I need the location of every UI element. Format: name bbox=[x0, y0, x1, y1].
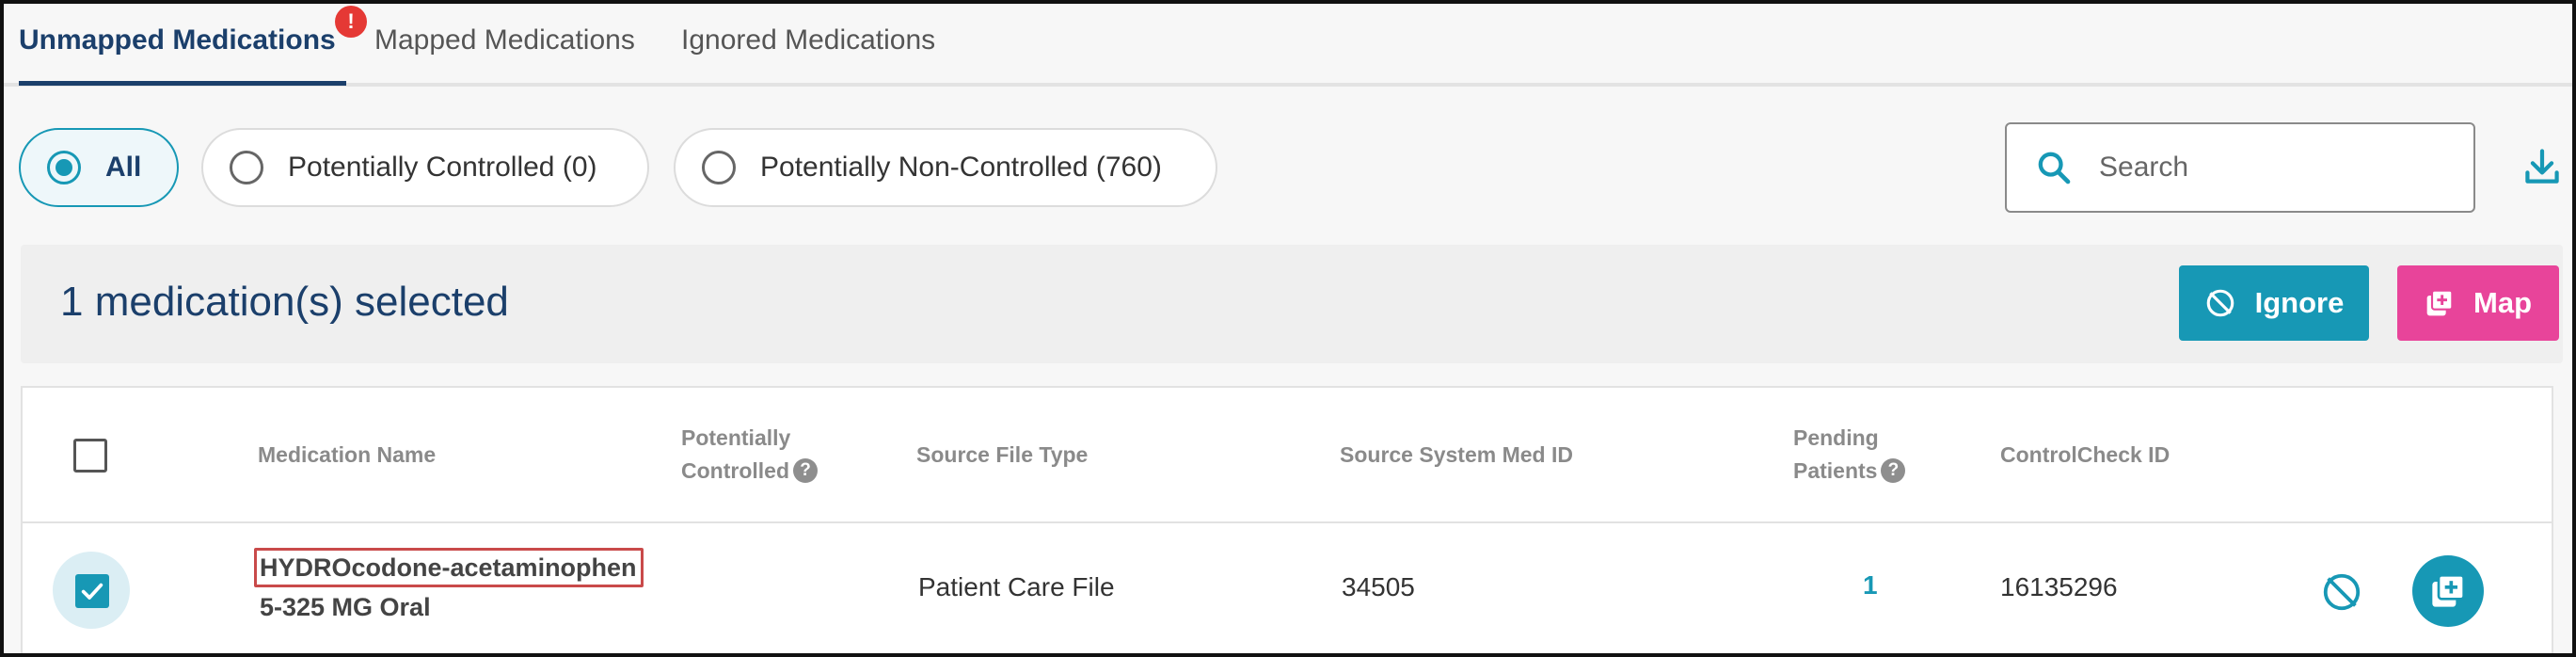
selection-bar: 1 medication(s) selected Ignore Map bbox=[21, 245, 2563, 363]
medication-name-line1: HYDROcodone-acetaminophen bbox=[260, 553, 637, 582]
tab-ignored-medications[interactable]: Ignored Medications bbox=[681, 24, 935, 56]
search-input[interactable] bbox=[2099, 152, 2419, 184]
selection-count-text: 1 medication(s) selected bbox=[60, 279, 509, 325]
map-button[interactable]: Map bbox=[2397, 265, 2559, 341]
filter-potentially-non-controlled[interactable]: Potentially Non-Controlled (760) bbox=[674, 128, 1217, 207]
ignore-icon bbox=[2206, 289, 2234, 317]
radio-selected-icon bbox=[47, 151, 81, 184]
ignore-icon bbox=[2323, 573, 2361, 611]
column-header-medication-name[interactable]: Medication Name bbox=[258, 439, 436, 472]
table-row[interactable]: HYDROcodone-acetaminophen 5-325 MG Oral … bbox=[23, 525, 2552, 653]
column-header-controlcheck-id[interactable]: ControlCheck ID bbox=[2000, 439, 2170, 472]
radio-unselected-icon bbox=[702, 151, 736, 184]
map-add-icon bbox=[2426, 289, 2454, 316]
help-icon[interactable]: ? bbox=[793, 457, 818, 483]
radio-unselected-icon bbox=[230, 151, 263, 184]
filter-potentially-non-controlled-label: Potentially Non-Controlled (760) bbox=[760, 152, 1162, 183]
column-header-pending-patients[interactable]: Pending Patients? bbox=[1793, 422, 1906, 488]
download-button[interactable] bbox=[2521, 145, 2563, 188]
row-ignore-button[interactable] bbox=[2320, 570, 2363, 618]
search-box[interactable] bbox=[2005, 122, 2475, 213]
ignore-button[interactable]: Ignore bbox=[2179, 265, 2369, 341]
row-checkbox[interactable] bbox=[75, 574, 109, 608]
medications-table: Medication Name Potentially Controlled? … bbox=[21, 386, 2553, 653]
map-add-icon bbox=[2432, 574, 2465, 607]
column-header-source-file-type[interactable]: Source File Type bbox=[916, 439, 1088, 472]
column-header-source-system-med-id[interactable]: Source System Med ID bbox=[1340, 439, 1573, 472]
column-header-potentially-line2: Controlled bbox=[681, 458, 789, 483]
column-header-pending-line2: Patients bbox=[1793, 458, 1878, 483]
map-button-label: Map bbox=[2473, 286, 2532, 319]
row-map-button[interactable] bbox=[2412, 555, 2484, 627]
tab-bar: Unmapped Medications ! Mapped Medication… bbox=[4, 4, 2572, 87]
filter-all-label: All bbox=[105, 152, 142, 183]
source-system-med-id-value: 34505 bbox=[1342, 572, 1415, 601]
controlcheck-id-value: 16135296 bbox=[2000, 572, 2118, 601]
app-frame: Unmapped Medications ! Mapped Medication… bbox=[0, 0, 2576, 657]
filter-potentially-controlled-label: Potentially Controlled (0) bbox=[288, 152, 597, 183]
table-header: Medication Name Potentially Controlled? … bbox=[23, 388, 2552, 523]
medication-name-line2: 5-325 MG Oral bbox=[260, 593, 431, 621]
filter-all[interactable]: All bbox=[19, 128, 179, 207]
column-header-potentially-line1: Potentially bbox=[681, 425, 791, 450]
ignore-button-label: Ignore bbox=[2254, 286, 2345, 319]
filter-potentially-controlled[interactable]: Potentially Controlled (0) bbox=[201, 128, 649, 207]
alert-badge: ! bbox=[335, 6, 367, 38]
pending-patients-link[interactable]: 1 bbox=[1863, 570, 1878, 601]
help-icon[interactable]: ? bbox=[1881, 457, 1906, 483]
active-tab-indicator bbox=[19, 81, 346, 86]
checkmark-icon bbox=[81, 583, 103, 600]
search-icon bbox=[2038, 152, 2071, 184]
select-all-checkbox[interactable] bbox=[73, 439, 107, 473]
column-header-pending-line1: Pending bbox=[1793, 425, 1879, 450]
source-file-type-value: Patient Care File bbox=[918, 572, 1115, 601]
column-header-potentially-controlled[interactable]: Potentially Controlled? bbox=[681, 422, 818, 488]
download-icon bbox=[2525, 149, 2559, 184]
tab-mapped-medications[interactable]: Mapped Medications bbox=[374, 24, 635, 56]
tab-unmapped-medications[interactable]: Unmapped Medications bbox=[19, 24, 336, 56]
